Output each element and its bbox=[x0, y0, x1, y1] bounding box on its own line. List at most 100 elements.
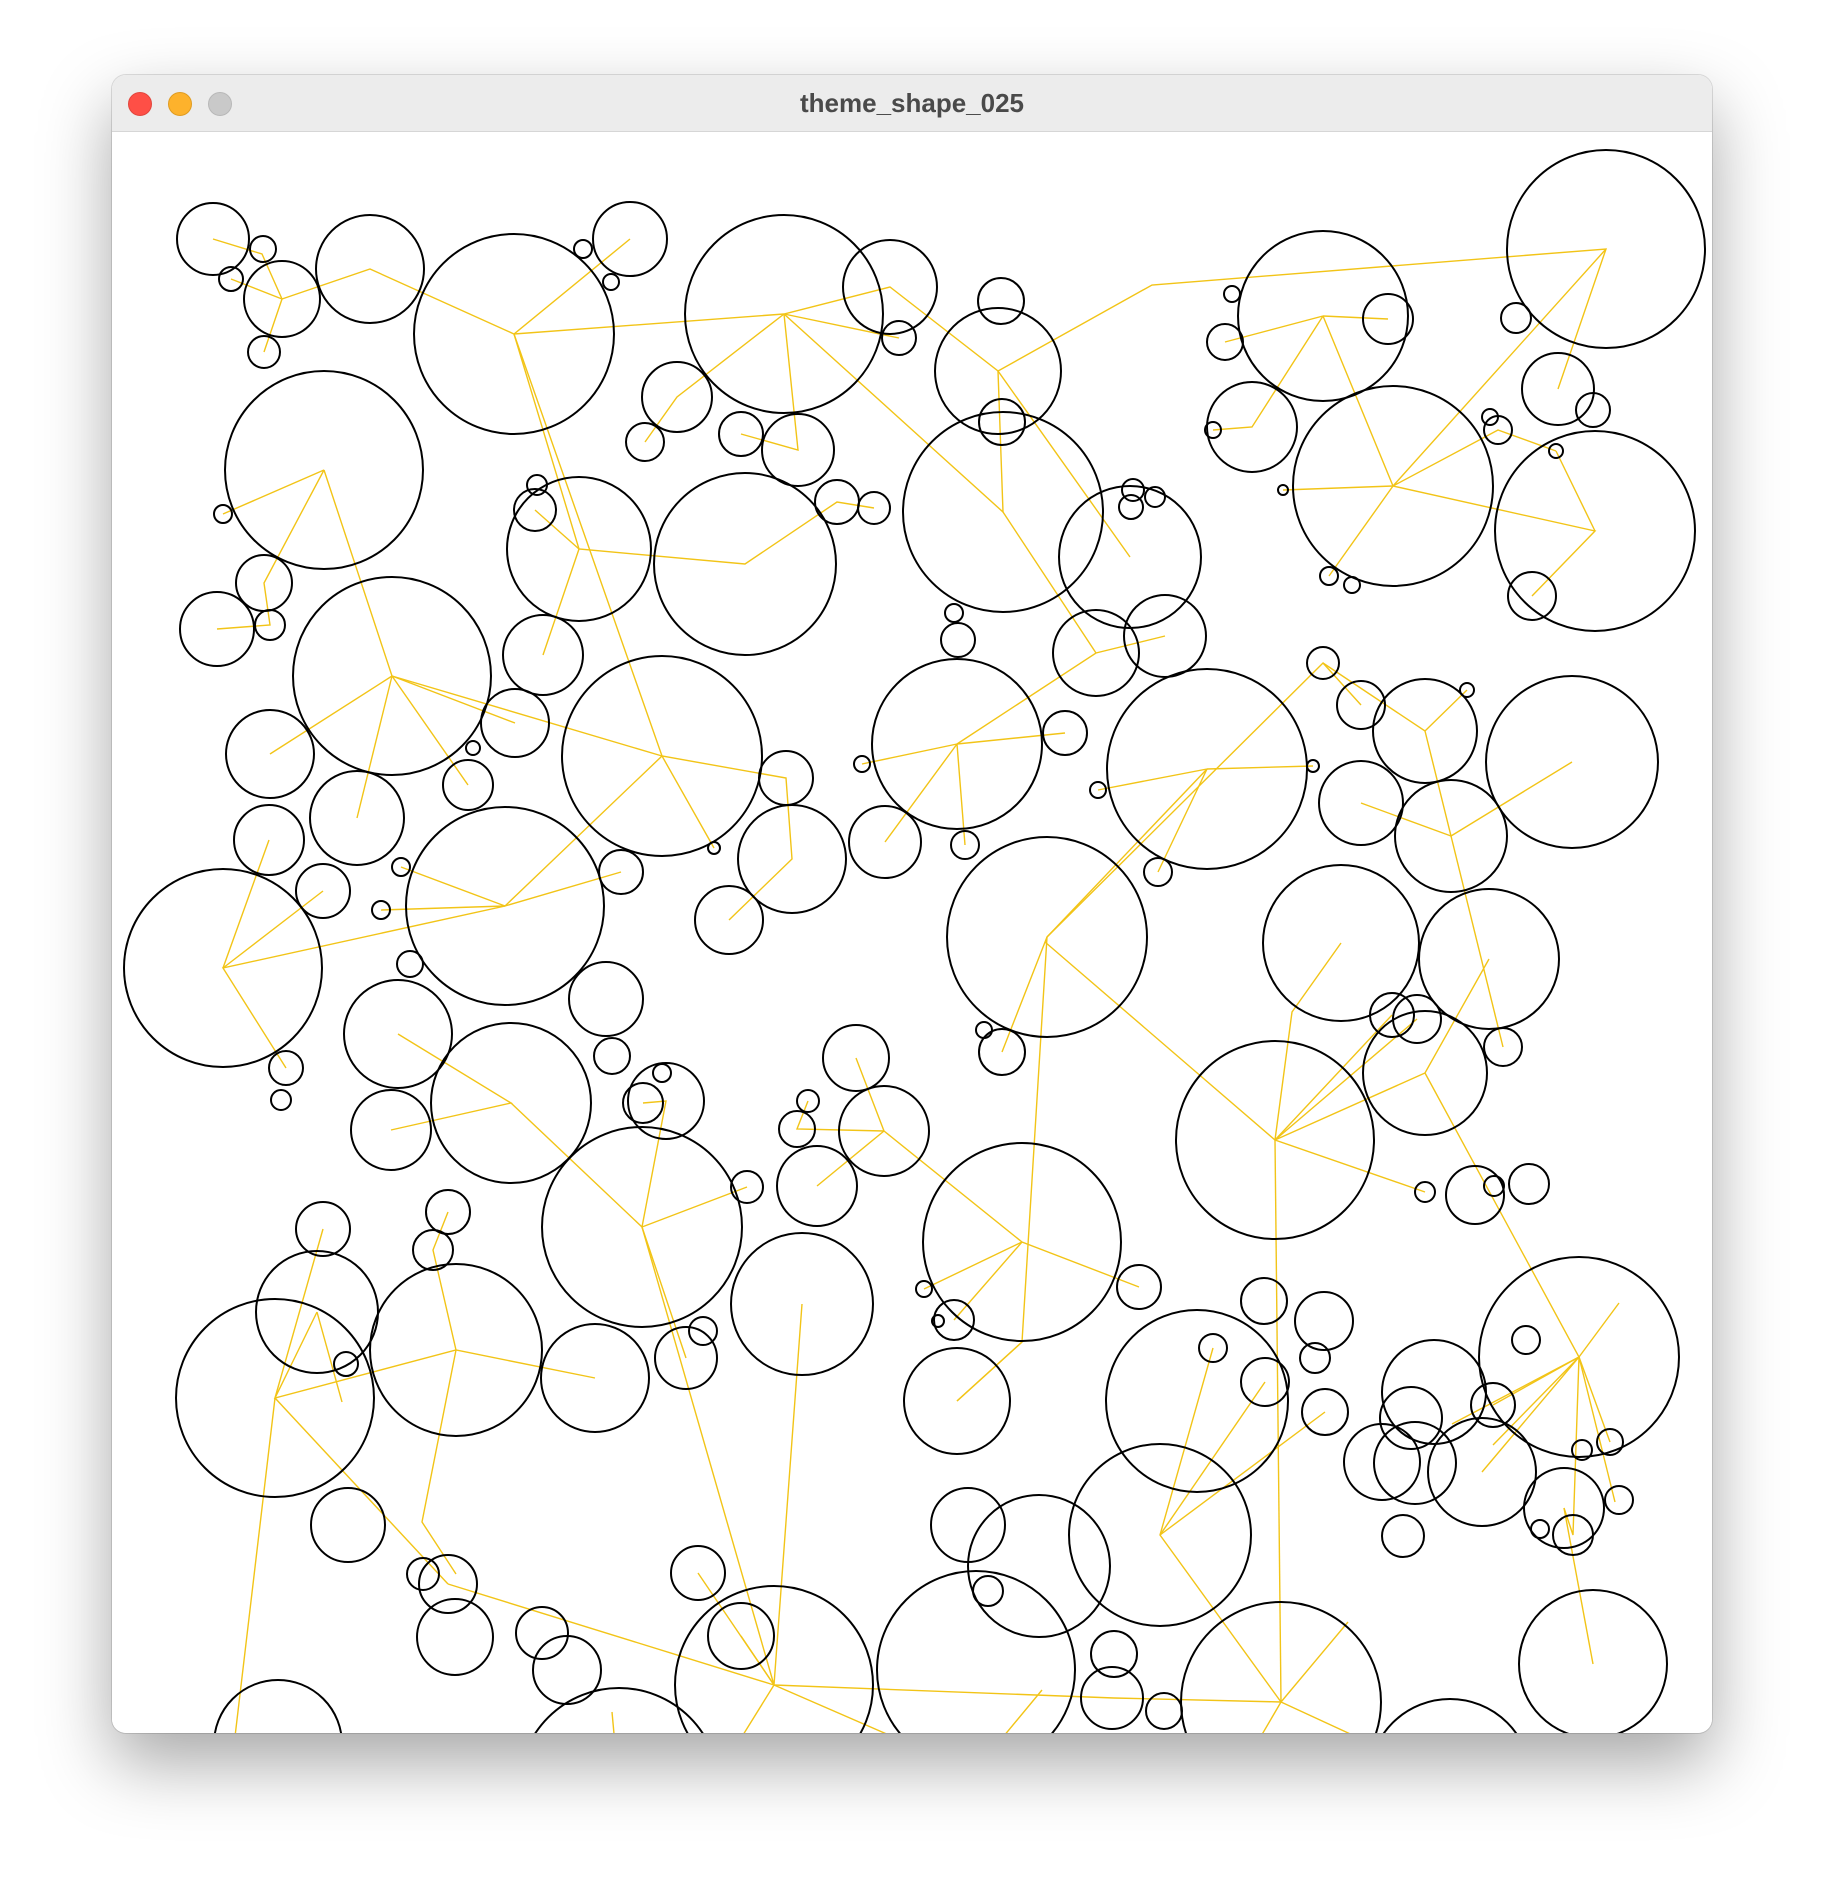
packed-circle bbox=[876, 1570, 1076, 1733]
connector-line bbox=[1322, 662, 1468, 732]
packed-circle bbox=[310, 1487, 386, 1563]
connector-line bbox=[641, 1226, 687, 1359]
packed-circle bbox=[1508, 1163, 1550, 1205]
packed-circle bbox=[532, 1635, 602, 1705]
packed-circle bbox=[416, 1598, 494, 1676]
packed-circle bbox=[213, 1679, 343, 1733]
packed-circle bbox=[465, 740, 481, 756]
connector-line bbox=[316, 1311, 343, 1403]
connector-line bbox=[1159, 1411, 1326, 1536]
packed-circle bbox=[602, 273, 620, 291]
app-window: theme_shape_025 bbox=[112, 75, 1712, 1733]
circle-packing-drawing bbox=[123, 149, 1706, 1733]
connector-line bbox=[855, 1057, 885, 1132]
connector-line bbox=[356, 675, 393, 819]
packed-circle bbox=[534, 1687, 704, 1733]
connector-line bbox=[1322, 315, 1389, 320]
connector-line bbox=[953, 1241, 1023, 1321]
packed-circle bbox=[270, 1089, 292, 1111]
connector-line bbox=[391, 675, 793, 921]
connector-line bbox=[773, 1684, 1043, 1733]
packed-circle bbox=[1343, 576, 1361, 594]
packed-circle bbox=[515, 1606, 569, 1660]
connector-line bbox=[400, 866, 506, 907]
packed-circle bbox=[674, 1585, 874, 1733]
connector-line bbox=[743, 1684, 775, 1733]
connector-line bbox=[611, 1711, 615, 1733]
connector-line bbox=[1001, 768, 1208, 1053]
connector-line bbox=[1002, 511, 1097, 654]
packed-circle bbox=[1240, 1277, 1288, 1325]
connector-line bbox=[1492, 1356, 1580, 1446]
connector-line bbox=[956, 635, 1166, 745]
packed-circle bbox=[1299, 1342, 1331, 1374]
packed-circle bbox=[978, 398, 1026, 446]
connector-line bbox=[222, 839, 270, 969]
connector-line bbox=[542, 548, 580, 656]
packed-circle bbox=[944, 603, 964, 623]
packed-circle bbox=[940, 622, 976, 658]
connector-line bbox=[884, 743, 958, 843]
connector-line bbox=[641, 1226, 775, 1686]
packed-circle bbox=[1382, 1698, 1518, 1733]
connector-line bbox=[1046, 661, 1362, 938]
connector-line bbox=[1274, 1139, 1426, 1193]
packed-circle bbox=[249, 235, 277, 263]
packed-circle bbox=[652, 1063, 672, 1083]
packed-circle bbox=[1530, 1519, 1550, 1539]
connector-line bbox=[1578, 1302, 1620, 1358]
packed-circle bbox=[1604, 1485, 1634, 1515]
connector-line bbox=[1392, 248, 1607, 487]
connector-line bbox=[421, 1349, 457, 1575]
packed-circle bbox=[593, 1037, 631, 1075]
connector-line bbox=[1450, 835, 1504, 1048]
title-bar[interactable]: theme_shape_025 bbox=[112, 75, 1712, 132]
packed-circle bbox=[930, 1487, 1006, 1563]
connector-line bbox=[1159, 1347, 1282, 1703]
connector-line bbox=[221, 755, 663, 1069]
connector-line bbox=[1282, 485, 1394, 491]
connector-line bbox=[1159, 1381, 1266, 1536]
connector-line bbox=[956, 1341, 1023, 1402]
connector-line bbox=[1280, 1701, 1350, 1733]
connector-line bbox=[861, 743, 958, 765]
connector-line bbox=[1563, 1356, 1580, 1536]
connector-line bbox=[234, 1397, 276, 1733]
packed-circle bbox=[406, 1557, 440, 1591]
connector-line bbox=[447, 1303, 803, 1686]
connector-line bbox=[1360, 802, 1452, 837]
connector-line bbox=[1157, 768, 1208, 873]
connector-line bbox=[1206, 765, 1314, 770]
connector-line bbox=[1563, 1507, 1594, 1665]
packed-circle bbox=[568, 961, 644, 1037]
packed-circle bbox=[1511, 1325, 1541, 1355]
connector-line bbox=[923, 1241, 1023, 1290]
packed-circle bbox=[975, 1021, 993, 1039]
connector-line bbox=[1451, 1356, 1580, 1425]
packed-circle bbox=[1294, 1291, 1354, 1351]
connector-line bbox=[783, 248, 1608, 514]
packed-circle bbox=[1145, 1692, 1183, 1730]
connector-line bbox=[1328, 485, 1394, 577]
window-title: theme_shape_025 bbox=[799, 88, 1025, 118]
packed-circle bbox=[1118, 494, 1144, 520]
packed-circle bbox=[1381, 1514, 1425, 1558]
connector-line bbox=[644, 313, 785, 443]
connector-line bbox=[773, 1684, 1282, 1703]
connector-line bbox=[222, 469, 325, 515]
connector-line bbox=[956, 732, 1066, 745]
packed-circle bbox=[977, 277, 1025, 325]
connector-line bbox=[391, 675, 469, 786]
sketch-canvas[interactable] bbox=[112, 132, 1712, 1733]
connector-line bbox=[1322, 315, 1597, 597]
packed-circle bbox=[333, 1351, 359, 1377]
packed-circle bbox=[1223, 285, 1241, 303]
connector-line bbox=[1212, 315, 1324, 431]
connector-line bbox=[1424, 1072, 1580, 1473]
connector-line bbox=[740, 1635, 775, 1686]
desktop: theme_shape_025 bbox=[0, 0, 1824, 1880]
connector-line bbox=[323, 469, 516, 724]
packed-circle bbox=[1500, 302, 1532, 334]
connector-line bbox=[513, 333, 715, 849]
connector-line bbox=[1555, 450, 1596, 532]
